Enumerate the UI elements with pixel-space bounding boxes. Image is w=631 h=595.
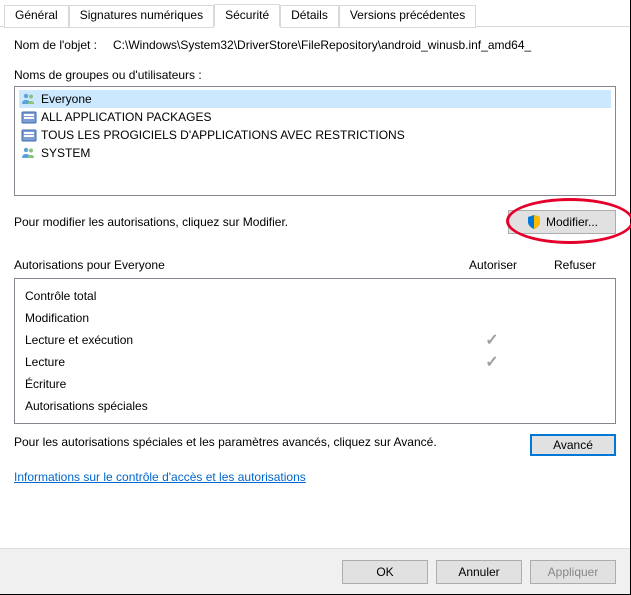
permissions-col-deny: Refuser <box>534 258 616 272</box>
tab-previous[interactable]: Versions précédentes <box>339 5 476 28</box>
permission-row: Autorisations spéciales <box>15 395 615 417</box>
permissions-list: Contrôle total Modification Lecture et exé… <box>14 278 616 424</box>
permission-name: Contrôle total <box>15 289 451 303</box>
permission-row: Modification <box>15 307 615 329</box>
permission-name: Autorisations spéciales <box>15 399 451 413</box>
apply-button[interactable]: Appliquer <box>530 560 616 584</box>
modify-button[interactable]: Modifier... <box>508 210 616 234</box>
object-name-row: Nom de l'objet : C:\Windows\System32\Dri… <box>14 38 616 52</box>
list-item-label: SYSTEM <box>41 146 90 160</box>
permission-row: Lecture✓ <box>15 351 615 373</box>
groups-listbox[interactable]: Everyone ALL APPLICATION PACKAGES TOUS LES… <box>14 86 616 196</box>
cancel-button[interactable]: Annuler <box>436 560 522 584</box>
tab-security[interactable]: Sécurité <box>214 4 280 27</box>
list-item-label: ALL APPLICATION PACKAGES <box>41 110 212 124</box>
permission-allow-check: ✓ <box>451 352 533 372</box>
modify-button-label: Modifier... <box>546 215 598 229</box>
permission-allow-check: ✓ <box>451 330 533 350</box>
users-icon <box>21 91 37 107</box>
package-icon <box>21 109 37 125</box>
permission-row: Lecture et exécution✓ <box>15 329 615 351</box>
list-item[interactable]: ALL APPLICATION PACKAGES <box>19 108 611 126</box>
tab-general[interactable]: Général <box>4 5 69 28</box>
groups-label: Noms de groupes ou d'utilisateurs : <box>14 68 616 82</box>
dialog-footer: OK Annuler Appliquer <box>0 548 630 594</box>
permission-name: Lecture et exécution <box>15 333 451 347</box>
list-item-label: TOUS LES PROGICIELS D'APPLICATIONS AVEC … <box>41 128 405 142</box>
list-item[interactable]: SYSTEM <box>19 144 611 162</box>
list-item[interactable]: Everyone <box>19 90 611 108</box>
list-item[interactable]: TOUS LES PROGICIELS D'APPLICATIONS AVEC … <box>19 126 611 144</box>
permission-row: Écriture <box>15 373 615 395</box>
package-icon <box>21 127 37 143</box>
tab-bar: Général Signatures numériques Sécurité D… <box>0 1 630 27</box>
permissions-col-allow: Autoriser <box>452 258 534 272</box>
permissions-title: Autorisations pour Everyone <box>14 258 452 272</box>
advanced-hint: Pour les autorisations spéciales et les … <box>14 434 530 450</box>
object-name-label: Nom de l'objet : <box>14 38 97 52</box>
permission-row: Contrôle total <box>15 285 615 307</box>
list-item-label: Everyone <box>41 92 92 106</box>
permission-name: Écriture <box>15 377 451 391</box>
permission-name: Lecture <box>15 355 451 369</box>
advanced-button[interactable]: Avancé <box>530 434 616 456</box>
object-name-value: C:\Windows\System32\DriverStore\FileRepo… <box>113 38 616 52</box>
tab-details[interactable]: Détails <box>280 5 339 28</box>
ok-button[interactable]: OK <box>342 560 428 584</box>
shield-icon <box>526 214 542 230</box>
tab-signatures[interactable]: Signatures numériques <box>69 5 214 28</box>
permission-name: Modification <box>15 311 451 325</box>
help-link[interactable]: Informations sur le contrôle d'accès et … <box>14 470 306 484</box>
users-icon <box>21 145 37 161</box>
modify-hint: Pour modifier les autorisations, cliquez… <box>14 215 288 229</box>
